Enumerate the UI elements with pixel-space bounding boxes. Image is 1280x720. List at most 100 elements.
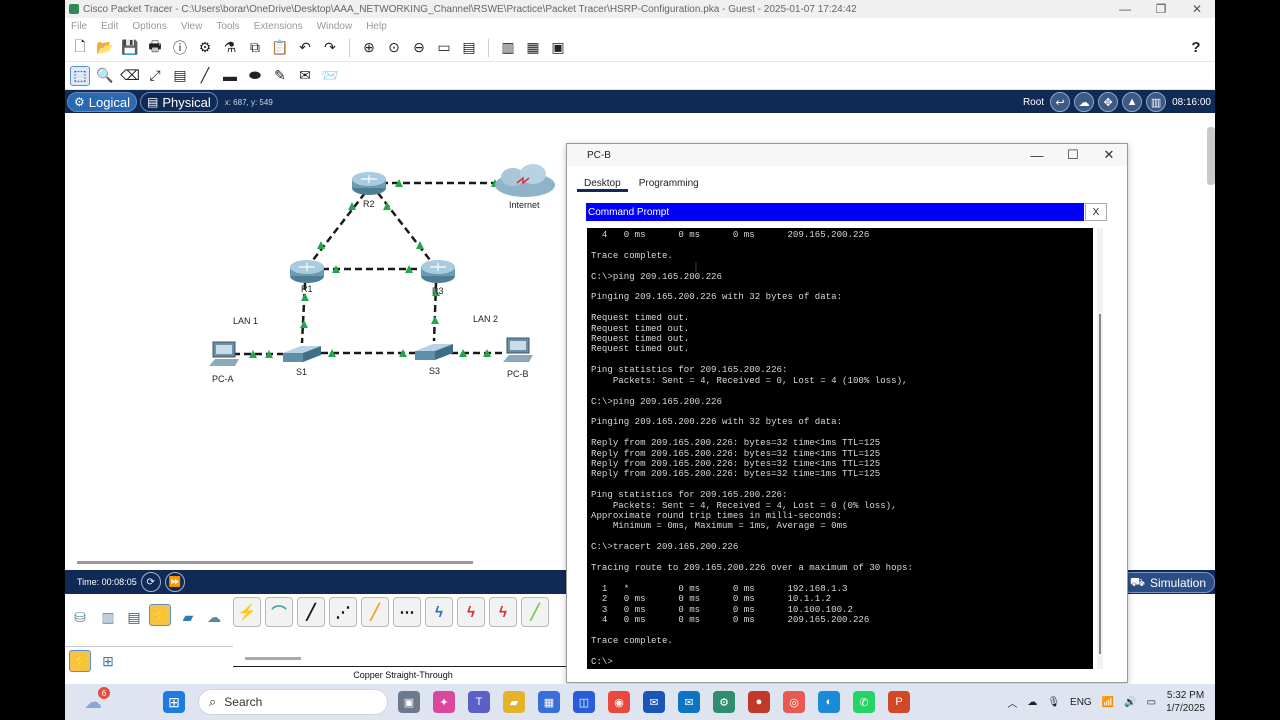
copper-cross-over-cable-icon[interactable]: ⋰: [329, 597, 357, 627]
delete-icon[interactable]: ⌫: [120, 67, 140, 85]
cloud-icon[interactable]: ☁: [1074, 92, 1095, 112]
menu-options[interactable]: Options: [132, 21, 166, 32]
coaxial-cable-icon[interactable]: ϟ: [425, 597, 453, 627]
zoom-reset-icon[interactable]: ⊙: [385, 39, 403, 57]
screen-recorder-icon[interactable]: ●: [748, 691, 770, 713]
fast-forward-icon[interactable]: ⏩: [164, 572, 185, 592]
copilot-icon[interactable]: ✦: [433, 691, 455, 713]
weather-widget[interactable]: ☁ 6: [73, 684, 113, 720]
powerpoint-icon[interactable]: P: [888, 691, 910, 713]
draw-line-icon[interactable]: ╱: [196, 67, 214, 85]
move-icon[interactable]: ✥: [1098, 92, 1119, 112]
redo-icon[interactable]: ↷: [321, 39, 339, 57]
screenshot-icon[interactable]: ▣: [549, 39, 567, 57]
tab-programming[interactable]: Programming: [632, 176, 706, 192]
select-tool-icon[interactable]: ⬚: [70, 65, 90, 86]
draw-ellipse-icon[interactable]: ⬬: [246, 67, 264, 85]
add-simple-pdu-icon[interactable]: ✉: [296, 67, 314, 85]
restore-button[interactable]: ❐: [1143, 2, 1179, 16]
clock-area[interactable]: 5:32 PM 1/7/2025: [1166, 689, 1205, 715]
physical-mode-button[interactable]: ▤ Physical: [139, 92, 218, 112]
microphone-icon[interactable]: 🎙: [1047, 697, 1060, 708]
menu-edit[interactable]: Edit: [101, 21, 118, 32]
edge-icon[interactable]: ◐: [818, 691, 840, 713]
simulation-mode-button[interactable]: ⛟ Simulation: [1120, 572, 1215, 593]
command-prompt-close-button[interactable]: X: [1085, 203, 1107, 221]
multiuser-icon[interactable]: ☁: [203, 606, 225, 628]
new-file-icon[interactable]: 🗋: [71, 38, 89, 57]
end-devices-icon[interactable]: ▥: [97, 606, 119, 628]
workspace-vertical-scrollbar[interactable]: [1207, 127, 1215, 185]
phone-cable-icon[interactable]: ⋯: [393, 597, 421, 627]
open-folder-icon[interactable]: 📂: [96, 39, 114, 57]
show-hidden-icons-icon[interactable]: ︿: [1007, 695, 1017, 710]
drawing-palette-icon[interactable]: ▭: [435, 39, 453, 57]
tab-desktop[interactable]: Desktop: [577, 176, 628, 192]
place-note-icon[interactable]: ▤: [171, 67, 189, 85]
auto-connection-cable-icon[interactable]: ⚡: [233, 597, 261, 627]
terminal-scrollbar-thumb[interactable]: [1099, 314, 1101, 654]
mail-icon[interactable]: ✉: [678, 691, 700, 713]
cluster-icon[interactable]: ▦: [524, 39, 542, 57]
menu-extensions[interactable]: Extensions: [254, 21, 303, 32]
file-explorer-icon[interactable]: ▰: [503, 691, 525, 713]
volume-icon[interactable]: 🔊: [1124, 697, 1136, 708]
battery-icon[interactable]: ▭: [1147, 697, 1156, 708]
undo-icon[interactable]: ↶: [296, 39, 314, 57]
serial-dce-cable-icon[interactable]: ϟ: [457, 597, 485, 627]
teams-icon[interactable]: T: [468, 691, 490, 713]
onedrive-icon[interactable]: ☁: [1027, 697, 1037, 708]
view-command-log-icon[interactable]: ▥: [499, 39, 517, 57]
taskbar-search[interactable]: ⌕ Search: [198, 689, 388, 715]
add-complex-pdu-icon[interactable]: 📨: [321, 67, 339, 85]
task-view-icon[interactable]: ▣: [398, 691, 420, 713]
grid-view-icon[interactable]: ⊞: [97, 650, 119, 672]
network-devices-icon[interactable]: ⛁: [69, 606, 91, 628]
inspect-icon[interactable]: 🔍: [96, 67, 114, 85]
custom-device-dialog-icon[interactable]: ▤: [460, 39, 478, 57]
connections-subcategory-icon[interactable]: ⚡: [69, 650, 91, 672]
freeform-icon[interactable]: ✎: [271, 67, 289, 85]
close-button[interactable]: ✕: [1179, 2, 1215, 16]
zoom-out-icon[interactable]: ⊖: [410, 39, 428, 57]
chrome-icon[interactable]: ◉: [608, 691, 630, 713]
cable-panel-scrollbar[interactable]: [245, 657, 301, 660]
print-icon[interactable]: 🖶: [146, 38, 164, 57]
packet-tracer-taskbar-icon[interactable]: ⚙: [713, 691, 735, 713]
components-icon[interactable]: ▤: [123, 606, 145, 628]
terminal-output[interactable]: 4 0 ms 0 ms 0 ms 209.165.200.226 Trace c…: [587, 228, 1093, 669]
store-icon[interactable]: ▦: [538, 691, 560, 713]
app-icon[interactable]: ◎: [783, 691, 805, 713]
pc-b-close-button[interactable]: ✕: [1091, 147, 1127, 163]
viewport-icon[interactable]: ▲: [1122, 92, 1143, 112]
console-cable-icon[interactable]: ⌒: [265, 597, 293, 627]
menu-view[interactable]: View: [181, 21, 203, 32]
connections-icon[interactable]: ⚡: [149, 604, 171, 626]
save-icon[interactable]: 💾: [121, 39, 139, 57]
workspace-horizontal-scrollbar[interactable]: [77, 561, 473, 564]
menu-help[interactable]: Help: [366, 21, 387, 32]
octal-cable-icon[interactable]: ╱: [521, 597, 549, 627]
back-icon[interactable]: ↩: [1050, 92, 1071, 112]
menu-tools[interactable]: Tools: [216, 21, 239, 32]
network-wizard-icon[interactable]: ⚙: [196, 39, 214, 57]
pc-b-maximize-button[interactable]: ☐: [1055, 147, 1091, 163]
paste-icon[interactable]: 📋: [271, 39, 289, 57]
menu-file[interactable]: File: [71, 21, 87, 32]
logical-mode-button[interactable]: ⚙ Logical: [67, 92, 137, 112]
zoom-in-icon[interactable]: ⊕: [360, 39, 378, 57]
time-icon[interactable]: ▥: [1146, 92, 1167, 112]
draw-rectangle-icon[interactable]: ▬: [221, 67, 239, 85]
info-icon[interactable]: ⓘ: [171, 39, 189, 57]
activity-wizard-icon[interactable]: ⚗: [221, 39, 239, 57]
copy-icon[interactable]: ⧉: [246, 39, 264, 57]
help-icon[interactable]: ?: [1187, 39, 1205, 57]
minimize-button[interactable]: —: [1107, 2, 1143, 16]
pc-b-minimize-button[interactable]: —: [1019, 148, 1055, 163]
start-button-icon[interactable]: ⊞: [163, 691, 185, 713]
resize-shape-icon[interactable]: ⤢: [146, 67, 164, 85]
fiber-cable-icon[interactable]: ╱: [361, 597, 389, 627]
outlook-new-icon[interactable]: ◫: [573, 691, 595, 713]
outlook-icon[interactable]: ✉: [643, 691, 665, 713]
miscellaneous-icon[interactable]: ▰: [177, 606, 199, 628]
